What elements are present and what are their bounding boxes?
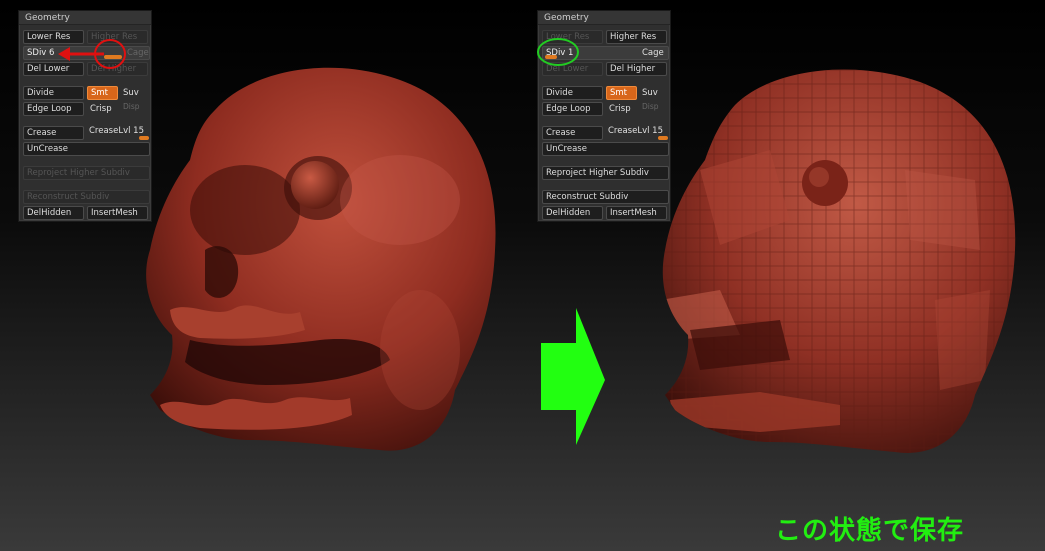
- green-circle-annotation: [537, 38, 579, 66]
- red-arrow-annotation: [58, 39, 126, 69]
- annotations: [58, 38, 579, 69]
- comparison-scene: Geometry Lower Res Higher Res SDiv 6 Cag…: [0, 0, 1045, 551]
- caption-text: この状態で保存: [775, 516, 965, 546]
